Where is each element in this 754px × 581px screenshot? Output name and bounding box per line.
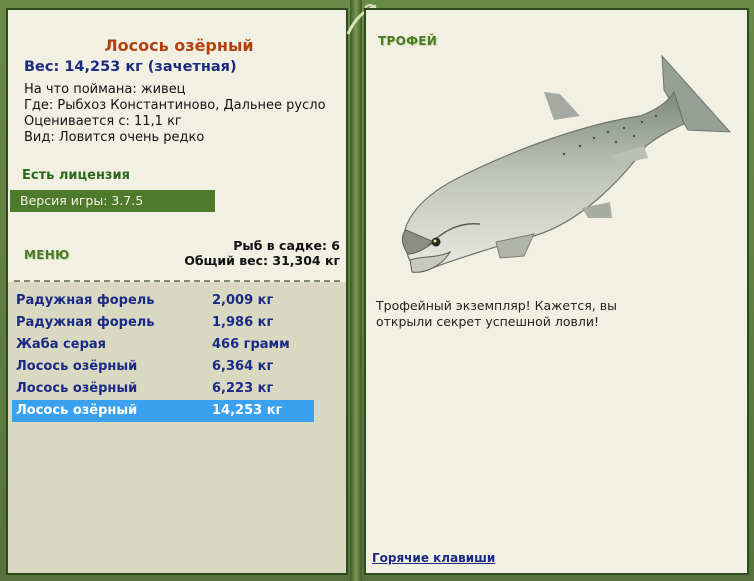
catch-list-item[interactable]: Лосось озёрный 14,253 кг <box>12 400 314 422</box>
catch-info-panel: Лосось озёрный Вес: 14,253 кг (зачетная)… <box>6 8 348 575</box>
catch-list-item[interactable]: Радужная форель 1,986 кг <box>12 312 314 334</box>
catch-list-item[interactable]: Лосось озёрный 6,364 кг <box>12 356 314 378</box>
valued-from-info: Оценивается с: 11,1 кг <box>24 114 182 129</box>
catch-fish-name: Лосось озёрный <box>16 359 138 374</box>
species-note-info: Вид: Ловится очень редко <box>24 130 205 145</box>
catch-fish-name: Жаба серая <box>16 337 107 352</box>
catch-list: Радужная форель 2,009 кг Радужная форель 1,… <box>12 290 314 422</box>
catch-fish-name: Радужная форель <box>16 293 155 308</box>
catch-fish-weight: 2,009 кг <box>212 293 274 308</box>
bait-info: На что поймана: живец <box>24 82 186 97</box>
catch-fish-weight: 466 грамм <box>212 337 290 352</box>
trophy-panel: ТРОФЕЙ Трофейный экземпляр! Кажется, вы … <box>364 8 749 575</box>
catch-fish-name: Радужная форель <box>16 315 155 330</box>
catch-fish-weight: 1,986 кг <box>212 315 274 330</box>
catch-fish-weight: 6,364 кг <box>212 359 274 374</box>
catch-list-item[interactable]: Радужная форель 2,009 кг <box>12 290 314 312</box>
fish-title: Лосось озёрный <box>104 36 254 55</box>
keep-net-count: Рыб в садке: 6 <box>233 238 340 253</box>
catch-list-item[interactable]: Жаба серая 466 грамм <box>12 334 314 356</box>
divider <box>14 280 340 282</box>
keep-net-total-weight: Общий вес: 31,304 кг <box>184 253 340 268</box>
hotkeys-link[interactable]: Горячие клавиши <box>372 551 495 565</box>
salmon-fish-image <box>401 54 732 273</box>
catch-fish-name: Лосось озёрный <box>16 381 138 396</box>
catch-fish-weight: 14,253 кг <box>212 403 283 418</box>
book-spine <box>350 0 362 581</box>
game-version-bar: Версия игры: 3.7.5 <box>10 190 215 212</box>
menu-button[interactable]: МЕНЮ <box>24 248 69 262</box>
catch-list-item[interactable]: Лосось озёрный 6,223 кг <box>12 378 314 400</box>
license-status: Есть лицензия <box>22 168 130 183</box>
trophy-message: Трофейный экземпляр! Кажется, вы открыли… <box>376 298 617 329</box>
fish-weight: Вес: 14,253 кг (зачетная) <box>24 59 237 75</box>
catch-fish-name: Лосось озёрный <box>16 403 138 418</box>
location-info: Где: Рыбхоз Константиново, Дальнее русло <box>24 98 326 113</box>
keep-net-stats: Рыб в садке: 6 Общий вес: 31,304 кг <box>184 238 340 268</box>
catch-fish-weight: 6,223 кг <box>212 381 274 396</box>
